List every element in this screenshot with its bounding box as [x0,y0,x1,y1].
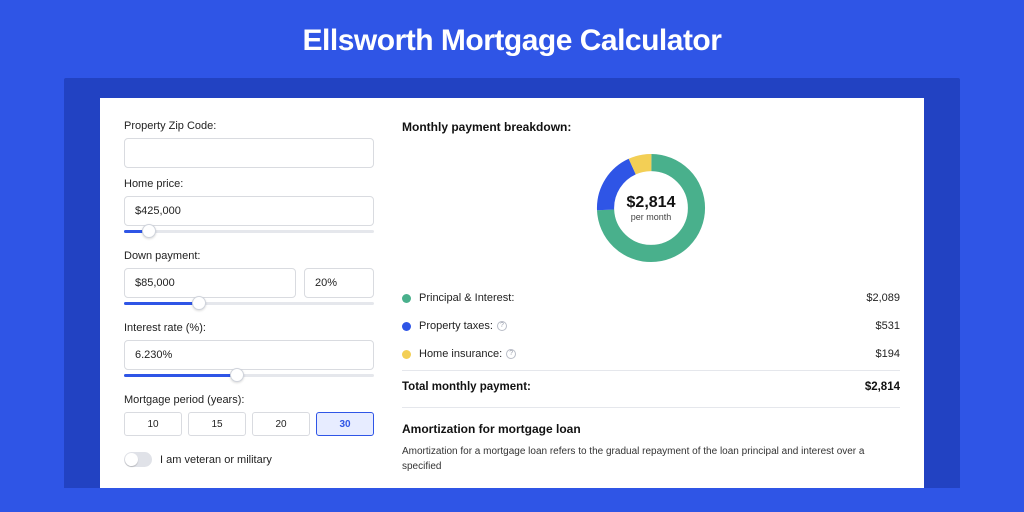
slider-thumb[interactable] [192,296,206,310]
legend: Principal & Interest:$2,089Property taxe… [402,284,900,368]
mortgage-period-label: Mortgage period (years): [124,394,374,406]
down-payment-input[interactable] [124,268,296,298]
veteran-toggle[interactable] [124,452,152,467]
period-option-30[interactable]: 30 [316,412,374,436]
interest-rate-input[interactable] [124,340,374,370]
down-payment-label: Down payment: [124,250,374,262]
amortization-body: Amortization for a mortgage loan refers … [402,444,900,474]
legend-row: Property taxes:?$531 [402,312,900,340]
interest-rate-slider[interactable] [124,372,374,384]
slider-track [124,230,374,233]
amortization-heading: Amortization for mortgage loan [402,407,900,436]
legend-value: $2,089 [866,292,900,304]
total-row: Total monthly payment: $2,814 [402,370,900,403]
info-icon[interactable]: ? [506,349,516,359]
form-column: Property Zip Code: Home price: Down paym… [124,120,374,488]
legend-value: $531 [876,320,900,332]
donut-total: $2,814 [627,194,676,212]
slider-thumb[interactable] [230,368,244,382]
home-price-slider[interactable] [124,228,374,240]
breakdown-column: Monthly payment breakdown: $2,814 per mo… [402,120,900,488]
home-price-label: Home price: [124,178,374,190]
legend-row: Principal & Interest:$2,089 [402,284,900,312]
slider-fill [124,302,199,305]
total-amount: $2,814 [865,381,900,393]
legend-value: $194 [876,348,900,360]
slider-thumb[interactable] [142,224,156,238]
donut-chart: $2,814 per month [402,142,900,280]
legend-label: Home insurance:? [419,348,876,360]
calculator-card: Property Zip Code: Home price: Down paym… [100,98,924,488]
total-label: Total monthly payment: [402,381,531,393]
legend-label: Property taxes:? [419,320,876,332]
down-payment-slider[interactable] [124,300,374,312]
legend-row: Home insurance:?$194 [402,340,900,368]
donut-subtitle: per month [631,212,672,222]
period-option-20[interactable]: 20 [252,412,310,436]
legend-dot [402,322,411,331]
home-price-input[interactable] [124,196,374,226]
page-title: Ellsworth Mortgage Calculator [0,0,1024,78]
breakdown-heading: Monthly payment breakdown: [402,120,900,134]
legend-dot [402,350,411,359]
legend-label: Principal & Interest: [419,292,866,304]
interest-rate-label: Interest rate (%): [124,322,374,334]
down-payment-pct-input[interactable] [304,268,374,298]
header-backdrop: Property Zip Code: Home price: Down paym… [64,78,960,488]
zip-label: Property Zip Code: [124,120,374,132]
mortgage-period-group: 10152030 [124,412,374,436]
veteran-toggle-label: I am veteran or military [160,454,272,466]
legend-dot [402,294,411,303]
info-icon[interactable]: ? [497,321,507,331]
slider-fill [124,374,237,377]
period-option-15[interactable]: 15 [188,412,246,436]
zip-input[interactable] [124,138,374,168]
period-option-10[interactable]: 10 [124,412,182,436]
donut-center: $2,814 per month [591,148,711,268]
